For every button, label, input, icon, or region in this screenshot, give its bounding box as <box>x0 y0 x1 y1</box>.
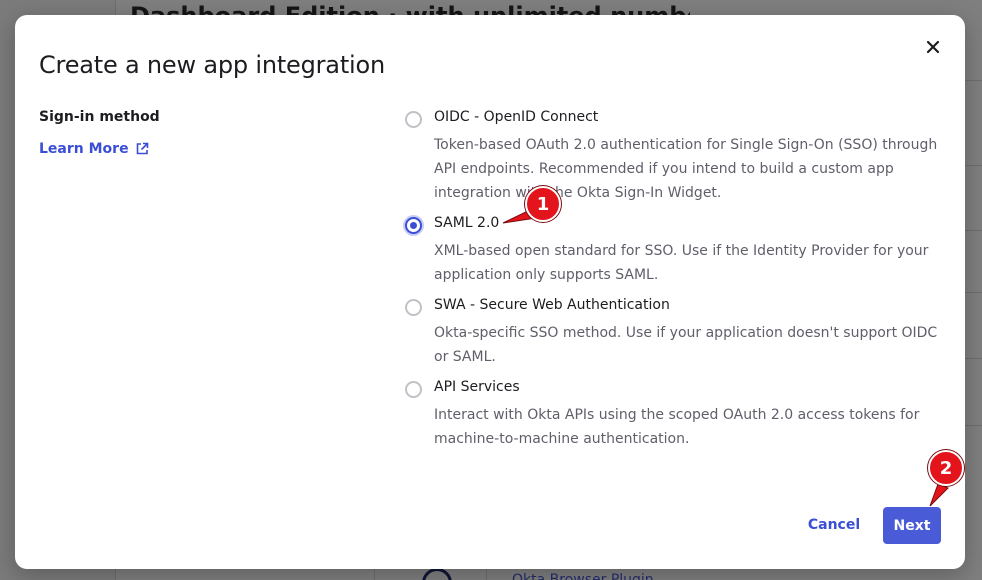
radio-saml[interactable] <box>405 217 422 234</box>
learn-more-label: Learn More <box>39 141 129 157</box>
close-icon <box>926 40 940 54</box>
option-description: Token-based OAuth 2.0 authentication for… <box>434 137 938 201</box>
sign-in-method-label: Sign-in method <box>39 109 160 125</box>
option-title: SWA - Secure Web Authentication <box>434 297 670 313</box>
next-button[interactable]: Next <box>883 507 941 544</box>
option-description: XML-based open standard for SSO. Use if … <box>434 243 929 283</box>
dialog-title: Create a new app integration <box>39 51 385 79</box>
option-title: SAML 2.0 <box>434 215 500 231</box>
option-description: Interact with Okta APIs using the scoped… <box>434 407 920 447</box>
learn-more-link[interactable]: Learn More <box>39 141 149 157</box>
option-title: API Services <box>434 379 520 395</box>
external-link-icon <box>136 142 148 155</box>
option-description: Okta-specific SSO method. Use if your ap… <box>434 325 938 365</box>
callout-step-1: 1 <box>525 186 561 222</box>
radio-oidc[interactable] <box>405 111 422 128</box>
create-app-integration-dialog: Create a new app integration Sign-in met… <box>15 15 965 569</box>
radio-swa[interactable] <box>405 299 422 316</box>
close-button[interactable] <box>921 35 945 59</box>
sign-in-method-section: Sign-in method Learn More <box>39 109 339 157</box>
option-title: OIDC - OpenID Connect <box>434 109 599 125</box>
cancel-button[interactable]: Cancel <box>805 511 863 539</box>
callout-step-2: 2 <box>928 450 964 486</box>
radio-api-services[interactable] <box>405 381 422 398</box>
